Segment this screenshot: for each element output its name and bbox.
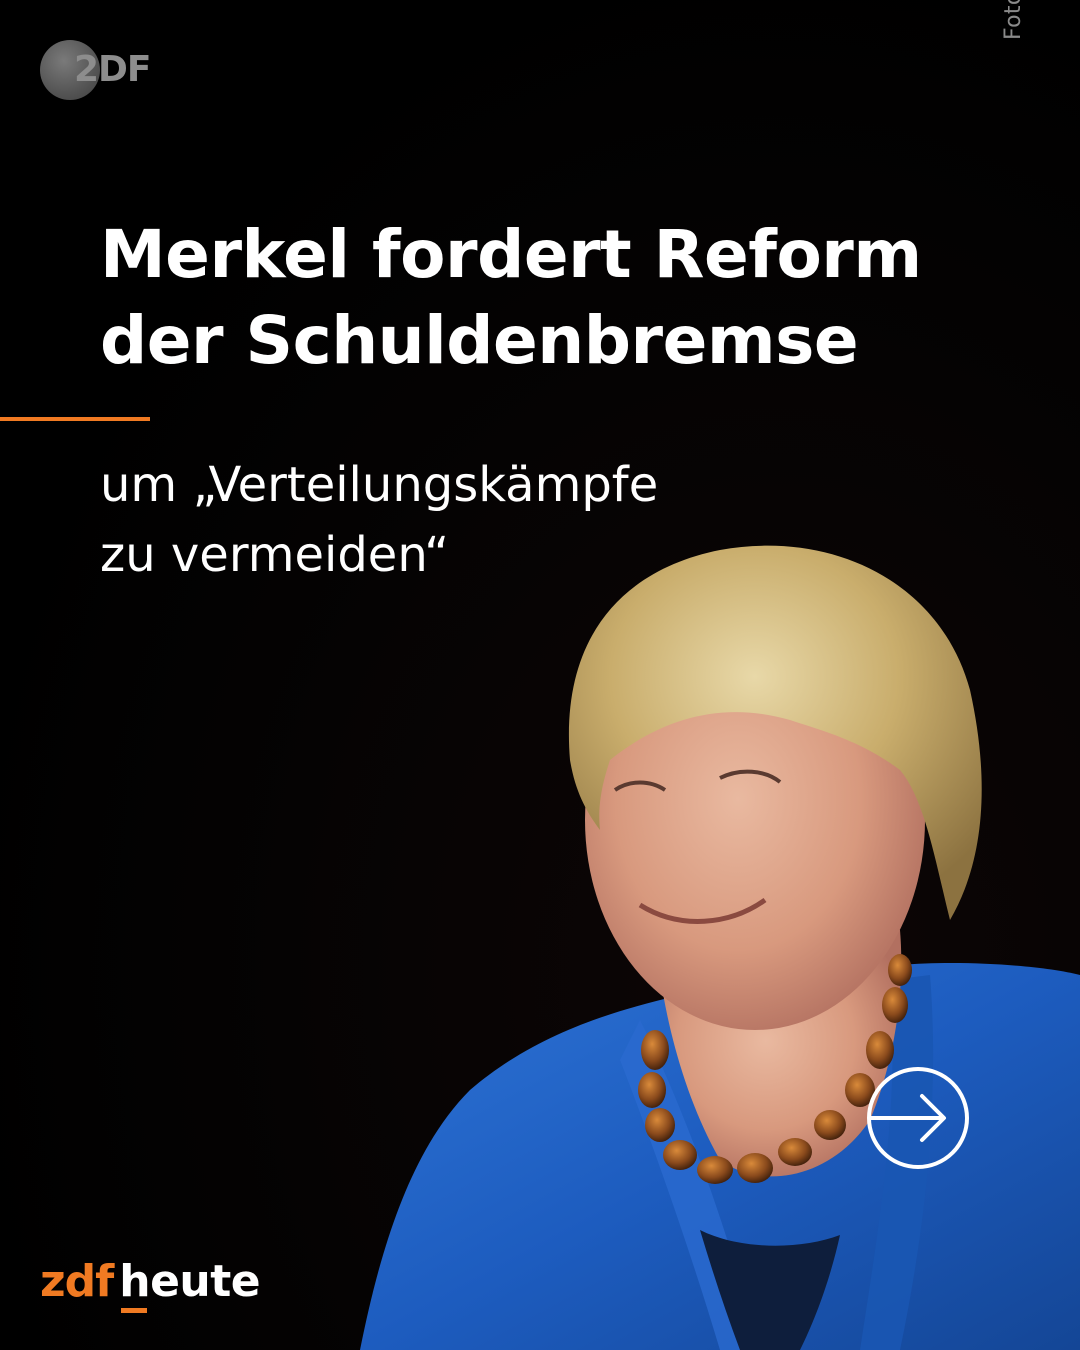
next-button[interactable]	[866, 1066, 970, 1170]
subline-line-1: um „Verteilungskämpfe	[100, 457, 659, 513]
brand-heute-label: heute	[119, 1256, 261, 1307]
subline-line-2: zu vermeiden“	[100, 527, 450, 583]
brand-zdf-text: zdf	[40, 1256, 114, 1307]
arrow-right-circle-icon	[867, 1067, 969, 1169]
zdf-logo-text: 2DF	[74, 49, 152, 90]
zdfheute-logo: zdf heute	[40, 1252, 261, 1322]
subline: um „Verteilungskämpfe zu vermeiden“	[100, 450, 860, 590]
post-card: 2DF Merkel fordert Reform der Schuldenbr…	[0, 0, 1080, 1350]
zdf-logo: 2DF	[40, 40, 160, 102]
headline-line-1: Merkel fordert Reform	[100, 216, 922, 293]
brand-heute-text: heute	[119, 1256, 261, 1313]
headline-line-2: der Schuldenbremse	[100, 302, 859, 379]
headline: Merkel fordert Reform der Schuldenbremse	[100, 212, 960, 384]
photo-credit: Foto: Reuters/Annegret Hilse, Archivbild	[1001, 0, 1026, 40]
accent-divider	[0, 417, 150, 421]
brand-underline	[121, 1308, 148, 1313]
